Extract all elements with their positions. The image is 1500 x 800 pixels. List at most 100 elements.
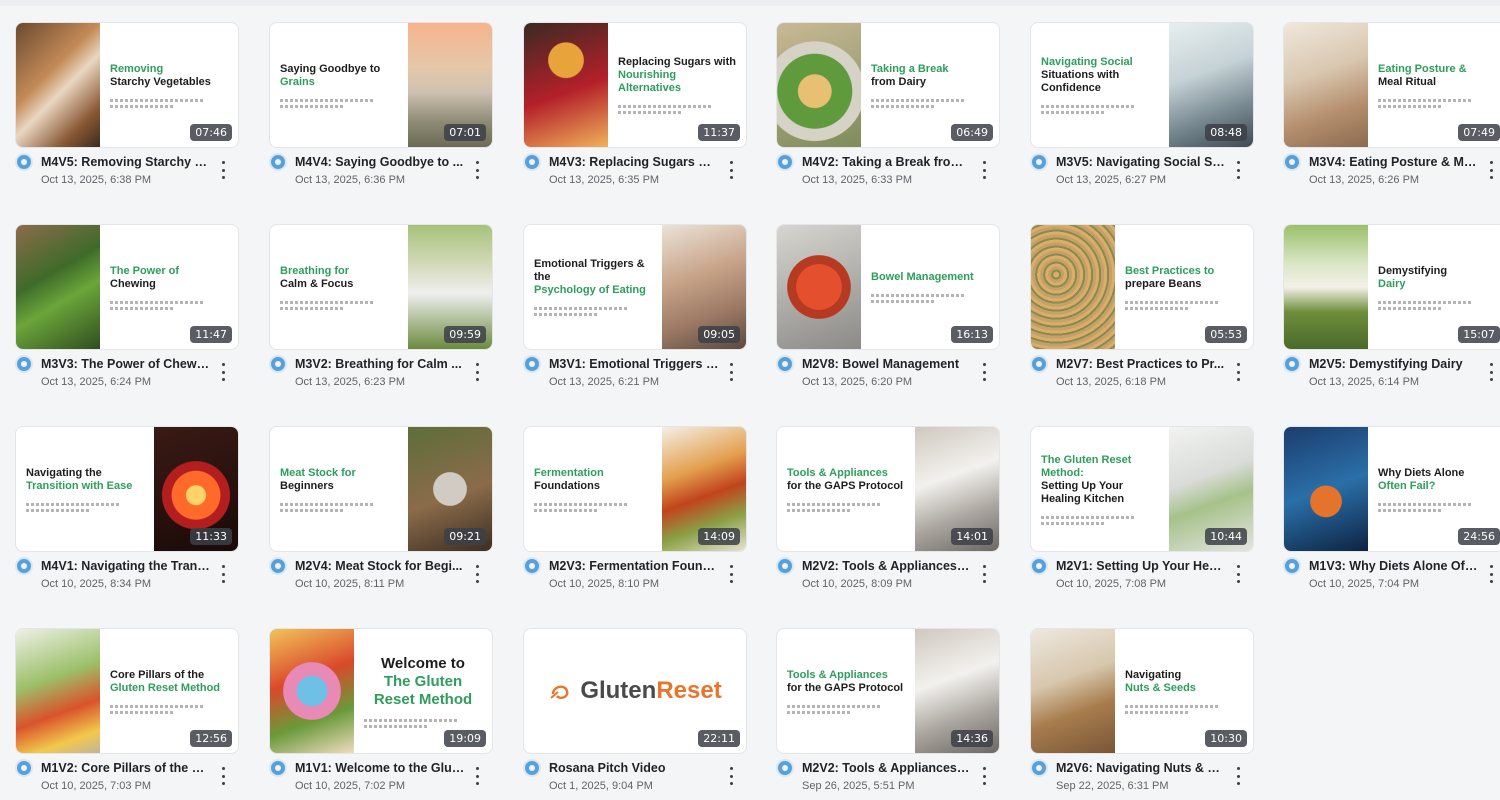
video-card[interactable]: Navigating the Transition with Ease 11:33 M… bbox=[15, 426, 241, 604]
more-options-icon[interactable] bbox=[469, 563, 485, 585]
avatar[interactable] bbox=[776, 759, 794, 777]
video-title[interactable]: M2V8: Bowel Management bbox=[802, 357, 972, 371]
more-options-icon[interactable] bbox=[976, 361, 992, 383]
video-thumbnail[interactable]: Bowel Management 16:13 bbox=[776, 224, 1000, 350]
video-thumbnail[interactable]: Fermentation Foundations 14:09 bbox=[523, 426, 747, 552]
video-thumbnail[interactable]: The Power of Chewing 11:47 bbox=[15, 224, 239, 350]
avatar[interactable] bbox=[15, 557, 33, 575]
more-options-icon[interactable] bbox=[1483, 361, 1499, 383]
video-thumbnail[interactable]: Navigating Social Situations with Confide… bbox=[1030, 22, 1254, 148]
video-card[interactable]: Best Practices to prepare Beans 05:53 M2V7:… bbox=[1030, 224, 1256, 402]
more-options-icon[interactable] bbox=[1230, 563, 1246, 585]
video-card[interactable]: Bowel Management 16:13 M2V8: Bowel Managem… bbox=[776, 224, 1002, 402]
video-title[interactable]: M2V7: Best Practices to Pr... bbox=[1056, 357, 1226, 371]
video-thumbnail[interactable]: Navigating the Transition with Ease 11:33 bbox=[15, 426, 239, 552]
more-options-icon[interactable] bbox=[723, 159, 739, 181]
video-title[interactable]: M3V2: Breathing for Calm ... bbox=[295, 357, 465, 371]
video-thumbnail[interactable]: Emotional Triggers & the Psychology of Ea… bbox=[523, 224, 747, 350]
more-options-icon[interactable] bbox=[215, 563, 231, 585]
video-title[interactable]: M4V4: Saying Goodbye to ... bbox=[295, 155, 465, 169]
more-options-icon[interactable] bbox=[1483, 563, 1499, 585]
avatar[interactable] bbox=[269, 759, 287, 777]
video-thumbnail[interactable]: Welcome to The Gluten Reset Method 19:09 bbox=[269, 628, 493, 754]
video-title[interactable]: M2V6: Navigating Nuts & S... bbox=[1056, 761, 1226, 775]
avatar[interactable] bbox=[776, 153, 794, 171]
more-options-icon[interactable] bbox=[215, 361, 231, 383]
video-title[interactable]: M1V2: Core Pillars of the Gl... bbox=[41, 761, 211, 775]
video-card[interactable]: Welcome to The Gluten Reset Method 19:09 M1… bbox=[269, 628, 495, 800]
video-thumbnail[interactable]: Demystifying Dairy 15:07 bbox=[1283, 224, 1500, 350]
more-options-icon[interactable] bbox=[1483, 159, 1499, 181]
more-options-icon[interactable] bbox=[723, 563, 739, 585]
more-options-icon[interactable] bbox=[469, 765, 485, 787]
avatar[interactable] bbox=[523, 355, 541, 373]
video-thumbnail[interactable]: Best Practices to prepare Beans 05:53 bbox=[1030, 224, 1254, 350]
more-options-icon[interactable] bbox=[1230, 765, 1246, 787]
video-thumbnail[interactable]: Tools & Appliances for the GAPS Protocol 1… bbox=[776, 426, 1000, 552]
video-card[interactable]: The Power of Chewing 11:47 M3V3: The Power … bbox=[15, 224, 241, 402]
video-title[interactable]: M4V5: Removing Starchy V... bbox=[41, 155, 211, 169]
avatar[interactable] bbox=[269, 153, 287, 171]
avatar[interactable] bbox=[1283, 355, 1301, 373]
video-card[interactable]: Demystifying Dairy 15:07 M2V5: Demystifying… bbox=[1283, 224, 1500, 402]
more-options-icon[interactable] bbox=[469, 159, 485, 181]
video-card[interactable]: Why Diets Alone Often Fail? 24:56 M1V3: Why… bbox=[1283, 426, 1500, 604]
video-thumbnail[interactable]: Breathing for Calm & Focus 09:59 bbox=[269, 224, 493, 350]
avatar[interactable] bbox=[1030, 759, 1048, 777]
avatar[interactable] bbox=[15, 355, 33, 373]
avatar[interactable] bbox=[269, 355, 287, 373]
avatar[interactable] bbox=[1283, 557, 1301, 575]
video-title[interactable]: Rosana Pitch Video bbox=[549, 761, 719, 775]
avatar[interactable] bbox=[269, 557, 287, 575]
avatar[interactable] bbox=[776, 557, 794, 575]
avatar[interactable] bbox=[523, 759, 541, 777]
video-title[interactable]: M2V3: Fermentation Found... bbox=[549, 559, 719, 573]
video-title[interactable]: M4V3: Replacing Sugars wi... bbox=[549, 155, 719, 169]
video-thumbnail[interactable]: GlutenReset 22:11 bbox=[523, 628, 747, 754]
video-thumbnail[interactable]: Eating Posture & Meal Ritual 07:49 bbox=[1283, 22, 1500, 148]
avatar[interactable] bbox=[15, 759, 33, 777]
avatar[interactable] bbox=[15, 153, 33, 171]
more-options-icon[interactable] bbox=[215, 765, 231, 787]
video-title[interactable]: M2V4: Meat Stock for Begi... bbox=[295, 559, 465, 573]
video-title[interactable]: M2V1: Setting Up Your Heali... bbox=[1056, 559, 1226, 573]
video-card[interactable]: Replacing Sugars with Nourishing Alternat… bbox=[523, 22, 749, 200]
video-thumbnail[interactable]: Why Diets Alone Often Fail? 24:56 bbox=[1283, 426, 1500, 552]
avatar[interactable] bbox=[1030, 557, 1048, 575]
video-thumbnail[interactable]: Meat Stock for Beginners 09:21 bbox=[269, 426, 493, 552]
video-title[interactable]: M1V1: Welcome to the Glut... bbox=[295, 761, 465, 775]
video-title[interactable]: M1V3: Why Diets Alone Oft... bbox=[1309, 559, 1479, 573]
more-options-icon[interactable] bbox=[1230, 361, 1246, 383]
video-title[interactable]: M3V1: Emotional Triggers &... bbox=[549, 357, 719, 371]
avatar[interactable] bbox=[1030, 355, 1048, 373]
video-card[interactable]: The Gluten Reset Method: Setting Up Your … bbox=[1030, 426, 1256, 604]
video-card[interactable]: Navigating Nuts & Seeds 10:30 M2V6: Navigat… bbox=[1030, 628, 1256, 800]
video-card[interactable]: Emotional Triggers & the Psychology of Ea… bbox=[523, 224, 749, 402]
video-card[interactable]: Tools & Appliances for the GAPS Protocol 1… bbox=[776, 426, 1002, 604]
video-card[interactable]: Core Pillars of the Gluten Reset Method 12… bbox=[15, 628, 241, 800]
video-title[interactable]: M2V5: Demystifying Dairy bbox=[1309, 357, 1479, 371]
video-title[interactable]: M4V2: Taking a Break from ... bbox=[802, 155, 972, 169]
video-card[interactable]: Navigating Social Situations with Confide… bbox=[1030, 22, 1256, 200]
more-options-icon[interactable] bbox=[976, 159, 992, 181]
video-title[interactable]: M3V5: Navigating Social Si... bbox=[1056, 155, 1226, 169]
more-options-icon[interactable] bbox=[1230, 159, 1246, 181]
video-thumbnail[interactable]: Taking a Break from Dairy 06:49 bbox=[776, 22, 1000, 148]
video-title[interactable]: M2V2: Tools & Appliances f... bbox=[802, 761, 972, 775]
more-options-icon[interactable] bbox=[723, 765, 739, 787]
video-thumbnail[interactable]: Navigating Nuts & Seeds 10:30 bbox=[1030, 628, 1254, 754]
video-card[interactable]: Saying Goodbye to Grains 07:01 M4V4: Saying… bbox=[269, 22, 495, 200]
video-card[interactable]: Tools & Appliances for the GAPS Protocol 1… bbox=[776, 628, 1002, 800]
video-thumbnail[interactable]: Saying Goodbye to Grains 07:01 bbox=[269, 22, 493, 148]
avatar[interactable] bbox=[523, 557, 541, 575]
video-thumbnail[interactable]: Core Pillars of the Gluten Reset Method 12… bbox=[15, 628, 239, 754]
avatar[interactable] bbox=[776, 355, 794, 373]
video-card[interactable]: Breathing for Calm & Focus 09:59 M3V2: Brea… bbox=[269, 224, 495, 402]
video-thumbnail[interactable]: Replacing Sugars with Nourishing Alternat… bbox=[523, 22, 747, 148]
video-card[interactable]: Eating Posture & Meal Ritual 07:49 M3V4: Ea… bbox=[1283, 22, 1500, 200]
video-card[interactable]: Meat Stock for Beginners 09:21 M2V4: Meat S… bbox=[269, 426, 495, 604]
video-thumbnail[interactable]: Removing Starchy Vegetables 07:46 bbox=[15, 22, 239, 148]
avatar[interactable] bbox=[1030, 153, 1048, 171]
video-thumbnail[interactable]: The Gluten Reset Method: Setting Up Your … bbox=[1030, 426, 1254, 552]
video-title[interactable]: M3V4: Eating Posture & Me... bbox=[1309, 155, 1479, 169]
